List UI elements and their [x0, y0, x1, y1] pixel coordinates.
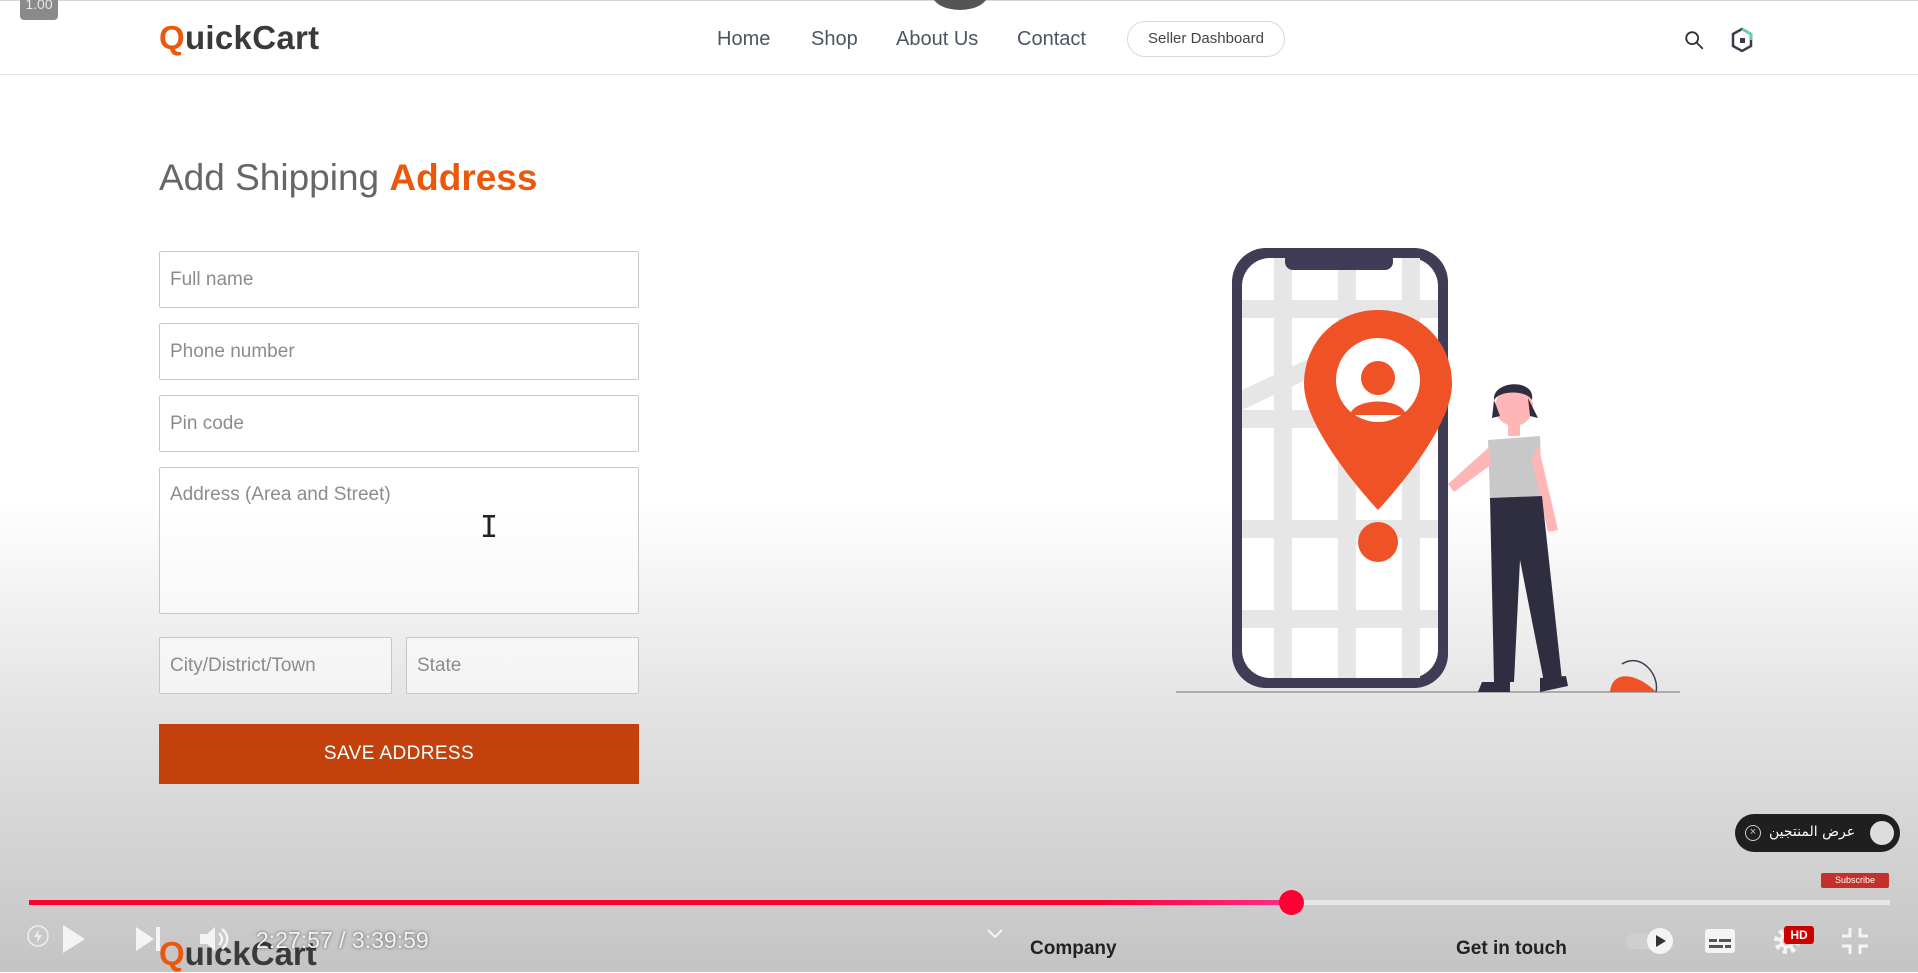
volume-icon[interactable] [198, 925, 230, 953]
save-address-button[interactable]: SAVE ADDRESS [159, 724, 639, 784]
subscribe-button[interactable]: Subscribe [1821, 873, 1889, 888]
full-name-input[interactable] [159, 251, 639, 308]
time-display: 2:27:57 / 3:39:59 [256, 927, 429, 953]
footer-company-heading: Company [1030, 938, 1117, 959]
footer-get-in-touch-heading: Get in touch [1456, 938, 1567, 959]
search-icon[interactable] [1683, 29, 1705, 51]
play-icon[interactable] [59, 923, 87, 955]
nav-link-about[interactable]: About Us [896, 28, 978, 51]
autoplay-icon[interactable] [26, 924, 50, 948]
progress-bar[interactable] [29, 890, 1890, 915]
notification-thumbnail [1870, 821, 1894, 845]
nav-link-contact[interactable]: Contact [1017, 28, 1086, 51]
exit-fullscreen-icon[interactable] [1840, 926, 1870, 956]
next-icon[interactable] [134, 925, 164, 953]
page-title: Add Shipping Address [159, 157, 538, 198]
text-cursor-icon: I [480, 510, 499, 545]
user-profile-icon[interactable] [1730, 27, 1754, 53]
state-input[interactable] [406, 637, 639, 694]
autoplay-toggle-icon[interactable] [1624, 926, 1676, 956]
notification-label: عرض المنتجين [1769, 824, 1856, 840]
navbar: QuickCart Home Shop About Us Contact Sel… [0, 0, 1918, 75]
seller-dashboard-button[interactable]: Seller Dashboard [1127, 21, 1285, 57]
chevron-down-icon[interactable] [986, 928, 1004, 940]
nav-link-shop[interactable]: Shop [811, 28, 858, 51]
pin-code-input[interactable] [159, 395, 639, 452]
product-notification[interactable]: × عرض المنتجين [1735, 814, 1900, 852]
nav-link-home[interactable]: Home [717, 28, 770, 51]
location-illustration [1176, 248, 1680, 693]
address-textarea[interactable] [159, 467, 639, 614]
phone-number-input[interactable] [159, 323, 639, 380]
progress-played [29, 900, 1291, 905]
close-icon[interactable]: × [1745, 825, 1761, 841]
progress-scrubber[interactable] [1278, 890, 1304, 915]
logo[interactable]: QuickCart [159, 19, 319, 57]
hd-badge: HD [1784, 926, 1814, 944]
city-input[interactable] [159, 637, 392, 694]
subtitles-icon[interactable] [1704, 928, 1736, 954]
playback-speed-badge: 1.00 [20, 0, 58, 20]
